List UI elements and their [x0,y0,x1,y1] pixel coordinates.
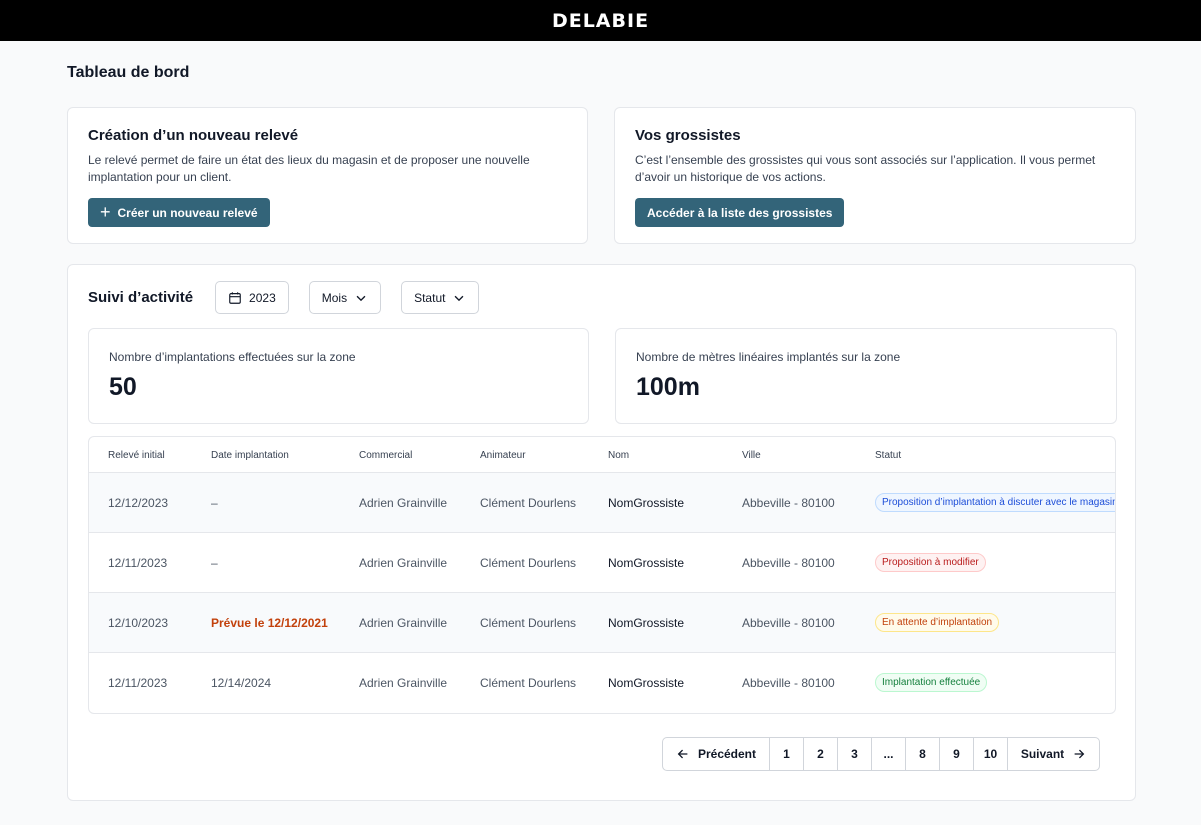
activity-card: Suivi d’activité 2023 Mois Statut Nombre… [67,264,1136,801]
new-survey-title: Création d’un nouveau relevé [88,127,299,144]
cell-animator: Clément Dourlens [480,556,577,570]
column-header[interactable]: Commercial [359,450,412,461]
plus-icon: + [100,201,111,222]
cell-initial: 12/11/2023 [108,676,168,690]
top-bar: DELABIE [0,0,1201,41]
new-survey-description: Le relevé permet de faire un état des li… [88,153,530,184]
status-badge: Proposition d’implantation à discuter av… [875,493,1115,512]
wholesalers-list-button-label: Accéder à la liste des grossistes [647,205,833,220]
activity-header: Suivi d’activité 2023 Mois Statut [88,281,499,314]
cell-animator: Clément Dourlens [480,676,577,690]
page-button-10[interactable]: 10 [974,738,1008,770]
previous-page-label: Précédent [697,747,757,761]
activity-title: Suivi d’activité [88,289,194,306]
page-button-3[interactable]: 3 [838,738,872,770]
create-survey-button-label: Créer un nouveau relevé [117,205,258,220]
status-badge: En attente d’implantation [875,613,1000,632]
table-row[interactable]: 12/12/2023 – Adrien Grainville Clément D… [89,473,1115,533]
stat-label: Nombre d’implantations effectuées sur la… [109,350,356,364]
table-row[interactable]: 12/11/2023 12/14/2024 Adrien Grainville … [89,653,1115,713]
cell-name: NomGrossiste [608,556,685,570]
wholesalers-card: Vos grossistes C’est l’ensemble des gros… [614,107,1136,244]
cell-name: NomGrossiste [608,616,685,630]
calendar-icon [229,291,241,304]
status-filter[interactable]: Statut [401,281,480,314]
page-button-2[interactable]: 2 [804,738,838,770]
cell-initial: 12/12/2023 [108,496,169,510]
stat-card-linear-meters: Nombre de mètres linéaires implantés sur… [615,328,1117,424]
brand-logo[interactable]: DELABIE [552,10,649,32]
cell-animator: Clément Dourlens [480,616,577,630]
column-header[interactable]: Animateur [480,450,526,461]
cell-city: Abbeville - 80100 [742,676,835,690]
stat-card-implantations: Nombre d’implantations effectuées sur la… [88,328,589,424]
cell-date: 12/14/2024 [211,676,272,690]
year-filter-label: 2023 [249,290,276,305]
wholesalers-description: C’est l’ensemble des grossistes qui vous… [635,153,1096,184]
stat-label: Nombre de mètres linéaires implantés sur… [636,350,901,364]
next-page-button[interactable]: Suivant [1008,738,1099,770]
month-filter-label: Mois [321,290,348,305]
page-title: Tableau de bord [67,64,190,81]
cell-animator: Clément Dourlens [480,496,577,510]
cell-commercial: Adrien Grainville [359,616,448,630]
table-header: Relevé initial Date implantation Commerc… [89,437,1115,473]
pagination: Précédent 1 2 3 ... 8 9 10 Suivant [662,737,1100,771]
next-page-label: Suivant [1020,747,1065,761]
cell-city: Abbeville - 80100 [742,496,835,510]
table-row[interactable]: 12/10/2023 Prévue le 12/12/2021 Adrien G… [89,593,1115,653]
column-header[interactable]: Statut [875,450,901,461]
activity-table: Relevé initial Date implantation Commerc… [88,436,1116,714]
cell-initial: 12/10/2023 [108,616,169,630]
chevron-down-icon [356,295,366,301]
arrow-left-icon [677,749,688,759]
cell-date: – [211,556,218,570]
column-header[interactable]: Ville [742,450,761,461]
cell-city: Abbeville - 80100 [742,556,835,570]
wholesalers-list-button[interactable]: Accéder à la liste des grossistes [635,198,845,227]
column-header[interactable]: Nom [608,450,629,461]
page-button-1[interactable]: 1 [770,738,804,770]
cell-city: Abbeville - 80100 [742,616,835,630]
cell-date: – [211,496,218,510]
chevron-down-icon [455,295,464,301]
cell-name: NomGrossiste [608,676,685,690]
previous-page-button[interactable]: Précédent [663,738,770,770]
column-header[interactable]: Relevé initial [108,450,165,461]
column-header[interactable]: Date implantation [211,450,289,461]
cell-commercial: Adrien Grainville [359,496,448,510]
stat-value: 50 [109,373,137,401]
status-filter-label: Statut [414,290,446,305]
new-survey-card: Création d’un nouveau relevé Le relevé p… [67,107,588,244]
wholesalers-title: Vos grossistes [635,127,741,144]
create-survey-button[interactable]: + Créer un nouveau relevé [88,198,270,227]
cell-initial: 12/11/2023 [108,556,168,570]
stat-value: 100m [636,373,700,401]
cell-date: Prévue le 12/12/2021 [211,616,328,630]
status-badge: Implantation effectuée [875,673,988,692]
year-filter[interactable]: 2023 [215,281,289,314]
cell-commercial: Adrien Grainville [359,556,448,570]
page-ellipsis: ... [872,738,906,770]
cell-name: NomGrossiste [608,496,685,510]
page-button-9[interactable]: 9 [940,738,974,770]
month-filter[interactable]: Mois [308,281,382,314]
table-row[interactable]: 12/11/2023 – Adrien Grainville Clément D… [89,533,1115,593]
cell-commercial: Adrien Grainville [359,676,448,690]
page-button-8[interactable]: 8 [906,738,940,770]
status-badge: Proposition à modifier [875,553,986,572]
arrow-right-icon [1074,749,1085,759]
